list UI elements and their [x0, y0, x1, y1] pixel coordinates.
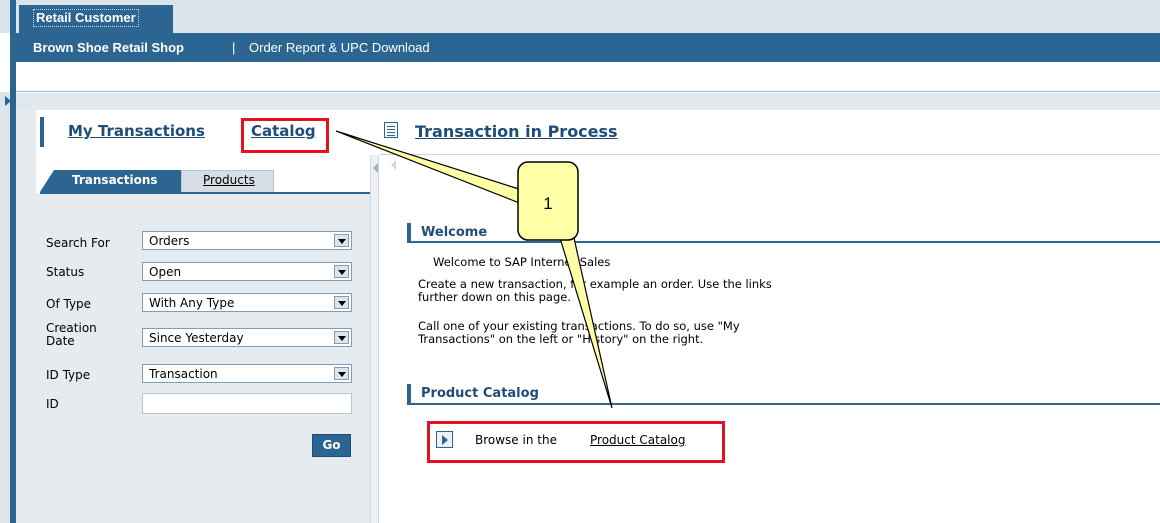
callout-pointer-browse	[559, 237, 613, 409]
callout-pointer-catalog	[335, 130, 523, 205]
callout-number: 1	[543, 194, 552, 213]
callout-annotation: 1	[335, 130, 613, 409]
